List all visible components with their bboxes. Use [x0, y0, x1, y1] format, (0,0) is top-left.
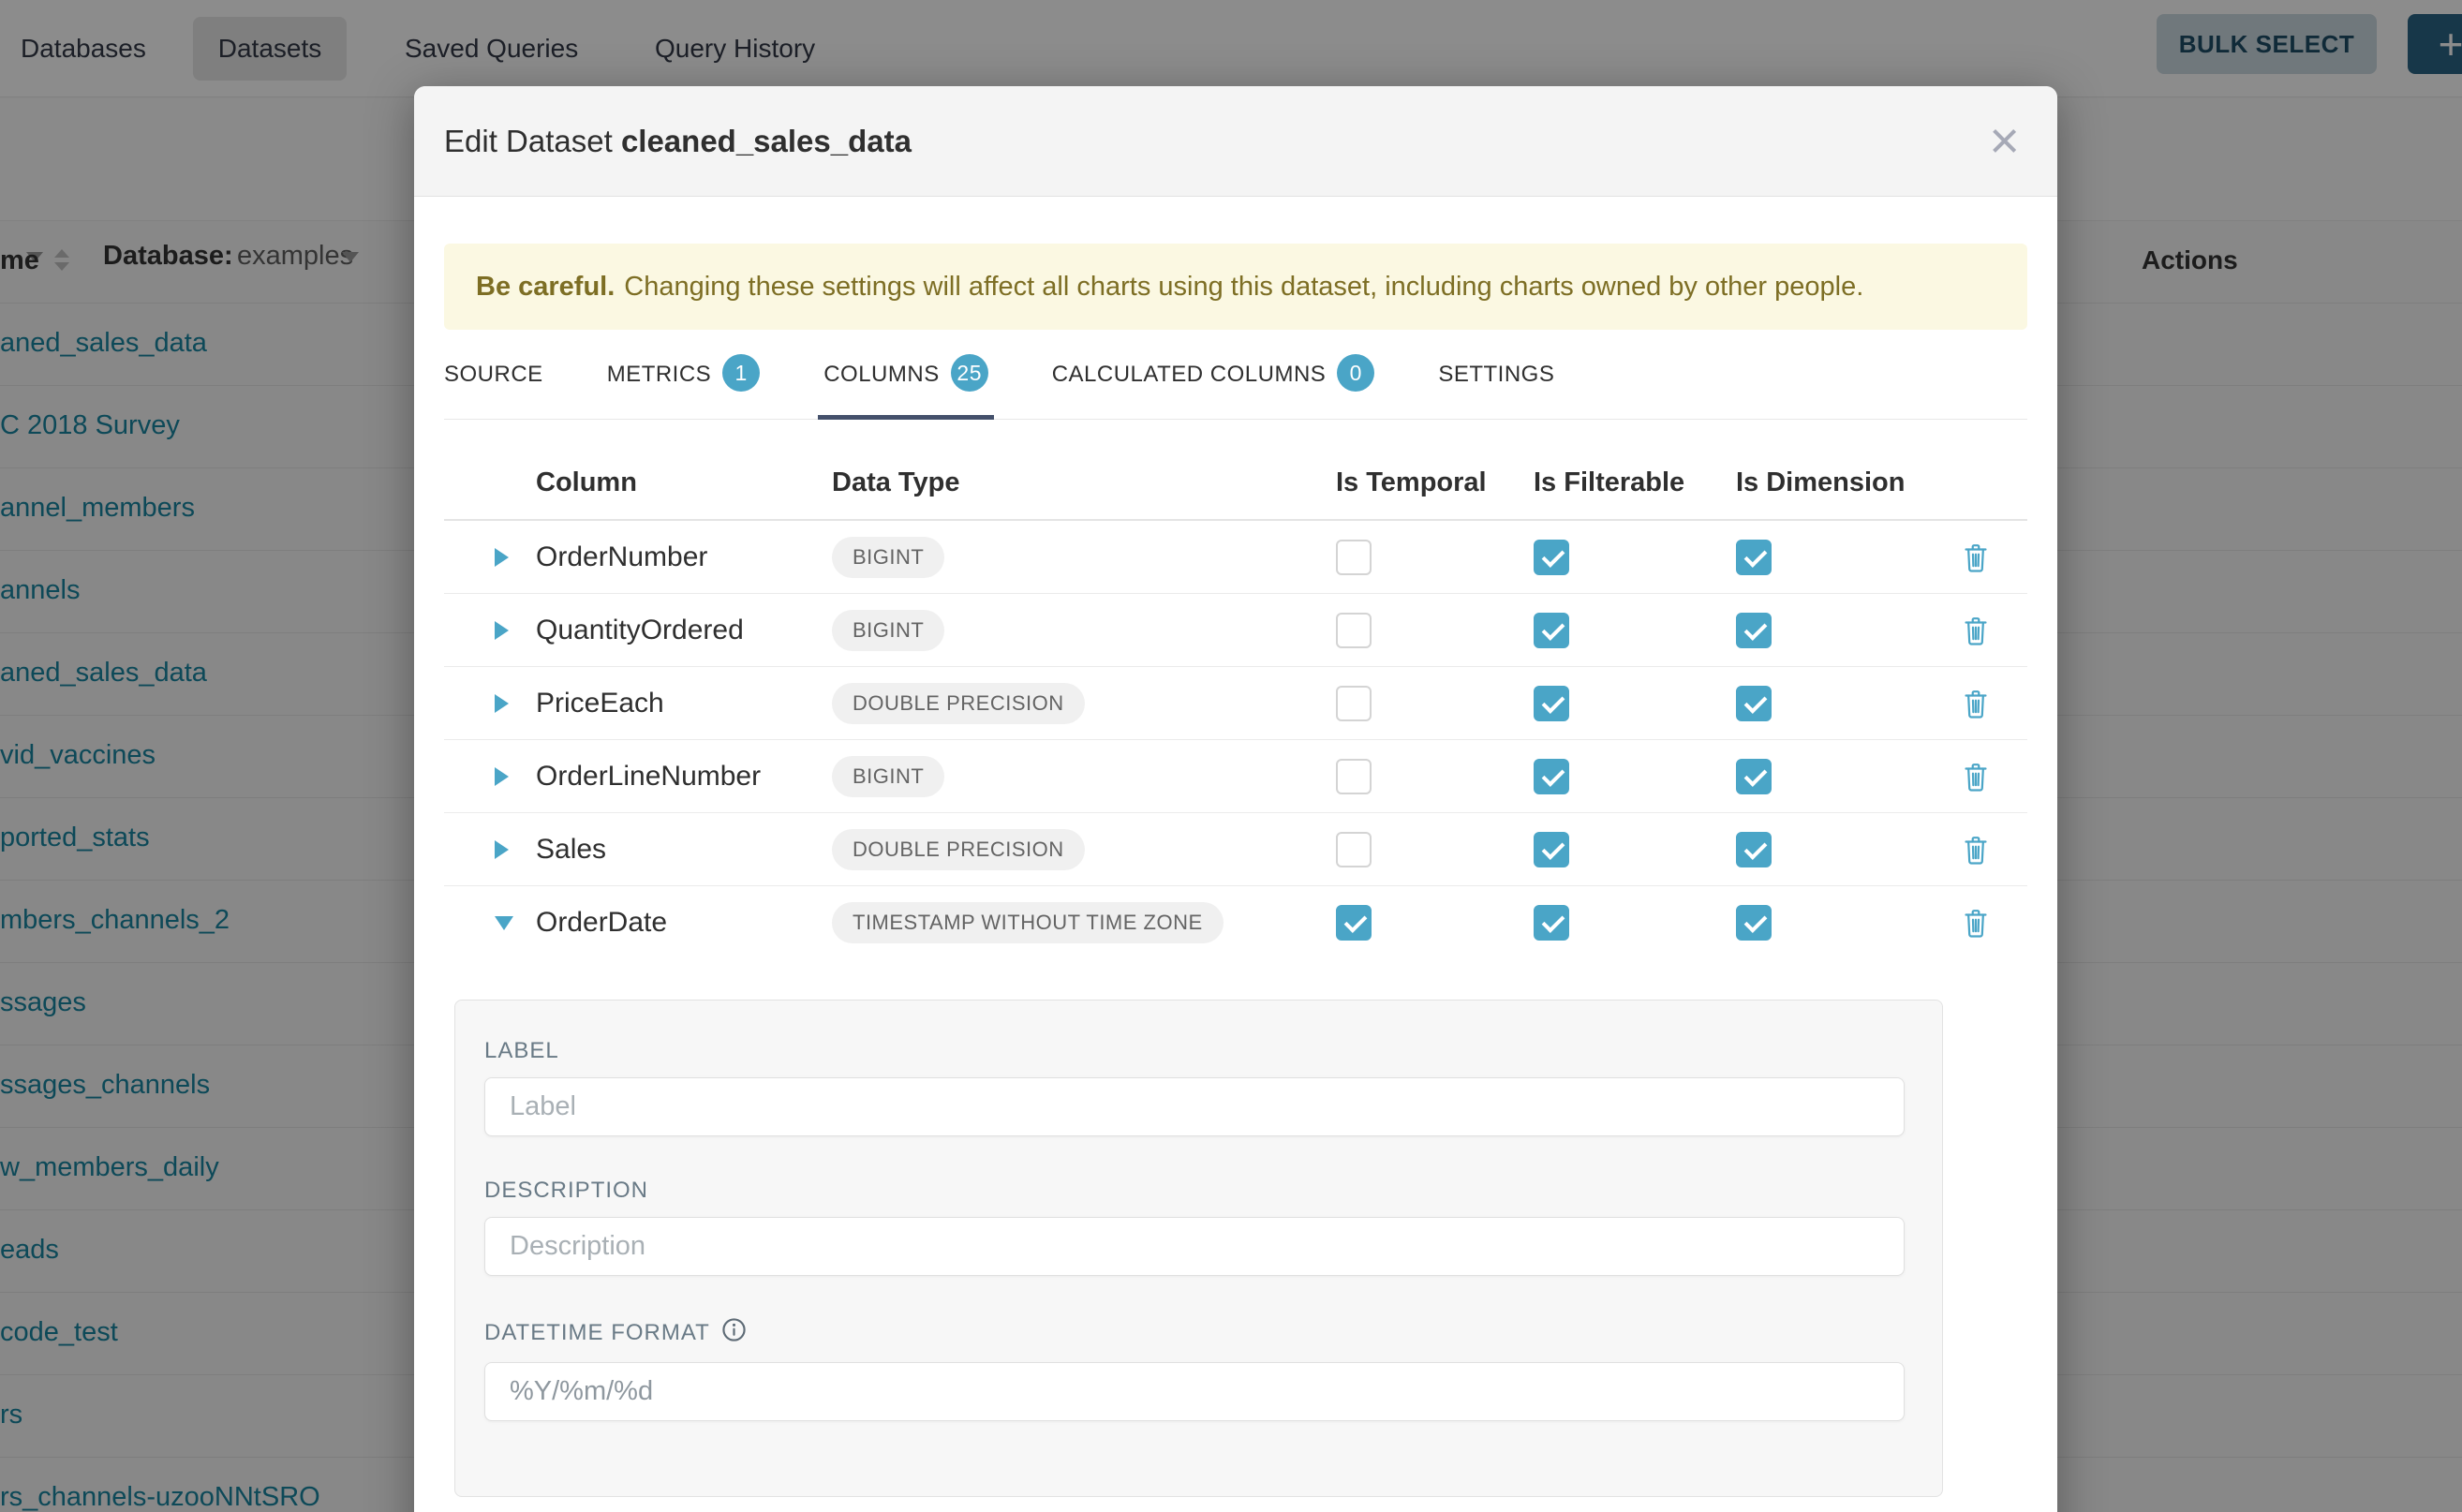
expand-row-icon[interactable] — [495, 840, 509, 859]
close-icon[interactable]: × — [1989, 120, 2020, 162]
column-name: PriceEach — [536, 688, 832, 719]
column-name: Sales — [536, 834, 832, 866]
data-type-header: Data Type — [832, 467, 1336, 498]
modal-header: Edit Dataset cleaned_sales_data × — [414, 86, 2057, 197]
delete-column-icon[interactable] — [1961, 615, 1991, 646]
modal-title-prefix: Edit Dataset — [444, 124, 613, 158]
is-filterable-checkbox[interactable] — [1534, 613, 1569, 648]
column-row: OrderLineNumberBIGINT — [444, 740, 2027, 813]
columns-table-body: OrderNumberBIGINTQuantityOrderedBIGINTPr… — [444, 521, 2027, 959]
datetime-format-input[interactable] — [484, 1362, 1905, 1421]
warning-banner: Be careful. Changing these settings will… — [444, 244, 2027, 330]
tab-settings[interactable]: SETTINGS — [1438, 358, 1554, 419]
is-dimension-checkbox[interactable] — [1736, 759, 1772, 794]
modal-title: Edit Dataset cleaned_sales_data — [444, 124, 912, 159]
tab-columns[interactable]: COLUMNS25 — [823, 358, 988, 419]
column-row: PriceEachDOUBLE PRECISION — [444, 667, 2027, 740]
delete-column-icon[interactable] — [1961, 834, 1991, 866]
tab-label: METRICS — [607, 362, 712, 388]
tab-label: SETTINGS — [1438, 362, 1554, 388]
is-dimension-header: Is Dimension — [1736, 467, 1923, 498]
expand-row-icon[interactable] — [495, 767, 509, 786]
warning-bold: Be careful. — [476, 272, 615, 303]
data-type-badge: DOUBLE PRECISION — [832, 829, 1085, 870]
description-field-label: DESCRIPTION — [484, 1178, 1905, 1204]
expand-row-icon[interactable] — [495, 548, 509, 567]
tab-count-badge: 25 — [951, 354, 988, 392]
column-name: OrderNumber — [536, 541, 832, 573]
collapse-row-icon[interactable] — [495, 916, 513, 930]
tab-calculated-columns[interactable]: CALCULATED COLUMNS0 — [1052, 358, 1375, 419]
tab-label: CALCULATED COLUMNS — [1052, 362, 1327, 388]
is-temporal-checkbox[interactable] — [1336, 686, 1372, 721]
is-filterable-header: Is Filterable — [1534, 467, 1736, 498]
edit-dataset-modal: Edit Dataset cleaned_sales_data × Be car… — [414, 86, 2057, 1512]
delete-column-icon[interactable] — [1961, 761, 1991, 793]
column-name: QuantityOrdered — [536, 615, 832, 646]
column-name: OrderLineNumber — [536, 761, 832, 793]
column-row: OrderNumberBIGINT — [444, 521, 2027, 594]
is-filterable-checkbox[interactable] — [1534, 759, 1569, 794]
column-header: Column — [536, 467, 832, 498]
datetime-format-field-label: DATETIME FORMAT — [484, 1320, 710, 1346]
warning-text: Changing these settings will affect all … — [624, 272, 1863, 303]
tab-count-badge: 0 — [1337, 354, 1374, 392]
label-field-label: LABEL — [484, 1038, 1905, 1064]
data-type-badge: BIGINT — [832, 537, 944, 578]
expand-row-icon[interactable] — [495, 621, 509, 640]
column-row: QuantityOrderedBIGINT — [444, 594, 2027, 667]
is-temporal-checkbox[interactable] — [1336, 540, 1372, 575]
is-dimension-checkbox[interactable] — [1736, 686, 1772, 721]
column-name: OrderDate — [536, 907, 832, 939]
is-dimension-checkbox[interactable] — [1736, 540, 1772, 575]
delete-column-icon[interactable] — [1961, 688, 1991, 719]
is-dimension-checkbox[interactable] — [1736, 613, 1772, 648]
is-temporal-checkbox[interactable] — [1336, 759, 1372, 794]
column-detail-panel: LABEL DESCRIPTION DATETIME FORMAT — [454, 1000, 1943, 1497]
is-filterable-checkbox[interactable] — [1534, 832, 1569, 867]
data-type-badge: TIMESTAMP WITHOUT TIME ZONE — [832, 902, 1224, 943]
tab-metrics[interactable]: METRICS1 — [607, 358, 761, 419]
column-row: SalesDOUBLE PRECISION — [444, 813, 2027, 886]
tab-label: COLUMNS — [823, 362, 940, 388]
modal-tabs: SOURCE METRICS1 COLUMNS25 CALCULATED COLUMN… — [444, 358, 2027, 420]
info-icon[interactable] — [721, 1317, 747, 1349]
expand-row-icon[interactable] — [495, 694, 509, 713]
is-dimension-checkbox[interactable] — [1736, 905, 1772, 941]
is-temporal-checkbox[interactable] — [1336, 613, 1372, 648]
is-temporal-checkbox[interactable] — [1336, 905, 1372, 941]
is-filterable-checkbox[interactable] — [1534, 686, 1569, 721]
is-temporal-checkbox[interactable] — [1336, 832, 1372, 867]
columns-table-header: Column Data Type Is Temporal Is Filterab… — [444, 420, 2027, 521]
is-dimension-checkbox[interactable] — [1736, 832, 1772, 867]
delete-column-icon[interactable] — [1961, 541, 1991, 573]
data-type-badge: BIGINT — [832, 756, 944, 797]
column-row: OrderDateTIMESTAMP WITHOUT TIME ZONE — [444, 886, 2027, 959]
tab-source[interactable]: SOURCE — [444, 358, 543, 419]
data-type-badge: DOUBLE PRECISION — [832, 683, 1085, 724]
data-type-badge: BIGINT — [832, 610, 944, 651]
tab-count-badge: 1 — [722, 354, 760, 392]
tab-label: SOURCE — [444, 362, 543, 388]
is-filterable-checkbox[interactable] — [1534, 905, 1569, 941]
is-filterable-checkbox[interactable] — [1534, 540, 1569, 575]
modal-title-dataset-name: cleaned_sales_data — [621, 124, 912, 158]
description-input[interactable] — [484, 1217, 1905, 1276]
modal-body: Be careful. Changing these settings will… — [414, 244, 2057, 1497]
delete-column-icon[interactable] — [1961, 907, 1991, 939]
label-input[interactable] — [484, 1077, 1905, 1136]
is-temporal-header: Is Temporal — [1336, 467, 1534, 498]
